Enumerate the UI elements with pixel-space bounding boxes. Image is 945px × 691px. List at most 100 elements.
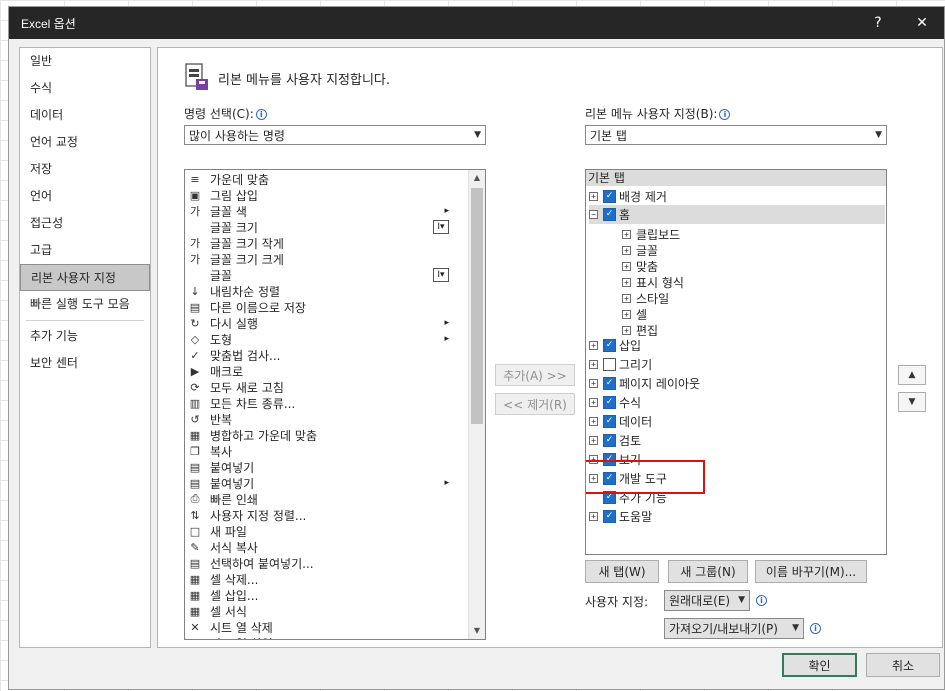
commands-list[interactable]: ≡ 가운데 맞춤 ▣ 그림 삽입 가 글꼴 색 ▸ 글꼴 크기 I▾ 가 글꼴 크기 작게 가 글꼴 크… — [184, 169, 486, 640]
checkbox[interactable]: ✓ — [603, 208, 616, 221]
category-accessibility[interactable]: 접근성 — [20, 210, 150, 237]
command-icon: ▦ — [189, 604, 201, 618]
command-item[interactable]: ✕ 시트 열 삭제 — [185, 619, 455, 635]
command-item[interactable]: ▣ 그림 삽입 — [185, 187, 455, 203]
expand-icon[interactable]: + — [622, 310, 631, 319]
checkbox[interactable]: ✓ — [603, 358, 616, 371]
command-item[interactable]: ⇅ 사용자 지정 정렬... — [185, 507, 455, 523]
command-item[interactable]: ▦ 셀 삭제... — [185, 571, 455, 587]
tree-node[interactable]: + ✓ 검토 — [589, 431, 641, 450]
move-down-button[interactable]: ▼ — [898, 392, 926, 412]
tree-node[interactable]: + ✓ 삽입 — [589, 336, 641, 355]
command-item[interactable]: ◇ 도형 ▸ — [185, 331, 455, 347]
expand-icon[interactable]: + — [622, 326, 631, 335]
category-quick-access-toolbar[interactable]: 빠른 실행 도구 모음 — [20, 291, 150, 318]
command-item[interactable]: ↓ 내림차순 정렬 — [185, 283, 455, 299]
category-general[interactable]: 일반 — [20, 48, 150, 75]
expand-icon[interactable]: + — [622, 246, 631, 255]
command-item[interactable]: □ 새 파일 — [185, 523, 455, 539]
category-data[interactable]: 데이터 — [20, 102, 150, 129]
command-item[interactable]: ✓ 맞춤법 검사... — [185, 347, 455, 363]
tree-node[interactable]: + ✓ 페이지 레이아웃 — [589, 374, 700, 393]
command-item[interactable]: 가 글꼴 크기 작게 — [185, 235, 455, 251]
expand-icon[interactable]: + — [622, 262, 631, 271]
close-icon[interactable]: ✕ — [900, 7, 944, 39]
rename-button[interactable]: 이름 바꾸기(M)... — [755, 560, 867, 583]
scroll-down-icon[interactable]: ▼ — [469, 623, 485, 639]
command-item[interactable]: 글꼴 크기 I▾ — [185, 219, 455, 235]
command-item[interactable]: ▥ 시트 열 삽입 — [185, 635, 455, 640]
commands-scrollbar[interactable]: ▲ ▼ — [468, 170, 485, 639]
checkbox[interactable]: ✓ — [603, 510, 616, 523]
tree-node[interactable]: + ✓ 데이터 — [589, 412, 652, 431]
command-item[interactable]: ❐ 복사 — [185, 443, 455, 459]
reset-dropdown[interactable]: 원래대로(E) ▼ — [664, 590, 750, 611]
checkbox[interactable]: ✓ — [603, 434, 616, 447]
collapse-icon[interactable]: − — [589, 210, 598, 219]
scroll-thumb[interactable] — [471, 188, 483, 424]
command-item[interactable]: ▦ 셀 서식 — [185, 603, 455, 619]
command-item[interactable]: ▤ 붙여넣기 ▸ — [185, 475, 455, 491]
tree-node[interactable]: + ✓ 수식 — [589, 393, 641, 412]
expand-icon[interactable]: + — [622, 294, 631, 303]
category-formulas[interactable]: 수식 — [20, 75, 150, 102]
move-up-button[interactable]: ▲ — [898, 365, 926, 385]
scroll-up-icon[interactable]: ▲ — [469, 170, 485, 186]
category-trust-center[interactable]: 보안 센터 — [20, 350, 150, 377]
command-item[interactable]: ▦ 셀 삽입... — [185, 587, 455, 603]
command-label: 시트 열 삭제 — [210, 620, 273, 635]
import-export-dropdown[interactable]: 가져오기/내보내기(P) ▼ — [664, 618, 804, 639]
category-language[interactable]: 언어 — [20, 183, 150, 210]
command-item[interactable]: 가 글꼴 색 ▸ — [185, 203, 455, 219]
expand-icon[interactable]: + — [589, 436, 598, 445]
checkbox[interactable]: ✓ — [603, 339, 616, 352]
checkbox[interactable]: ✓ — [603, 190, 616, 203]
new-group-button[interactable]: 새 그룹(N) — [668, 560, 748, 583]
command-item[interactable]: ↻ 다시 실행 ▸ — [185, 315, 455, 331]
tree-node[interactable]: + ✓ 배경 제거 — [589, 187, 667, 206]
expand-icon[interactable]: + — [589, 398, 598, 407]
command-item[interactable]: ⟳ 모두 새로 고침 — [185, 379, 455, 395]
command-item[interactable]: ↺ 반복 — [185, 411, 455, 427]
command-item[interactable]: ▶ 매크로 — [185, 363, 455, 379]
help-button[interactable]: ? — [856, 7, 900, 39]
ok-button[interactable]: 확인 — [782, 653, 857, 677]
category-proofing[interactable]: 언어 교정 — [20, 129, 150, 156]
command-item[interactable]: ▤ 선택하여 붙여넣기... — [185, 555, 455, 571]
expand-icon[interactable]: + — [589, 512, 598, 521]
expand-icon[interactable]: + — [622, 278, 631, 287]
new-tab-button[interactable]: 새 탭(W) — [585, 560, 659, 583]
tree-node[interactable]: + ✓그리기 — [589, 355, 652, 374]
expand-icon[interactable]: + — [622, 230, 631, 239]
chevron-down-icon: ▼ — [738, 595, 745, 605]
expand-icon[interactable]: + — [589, 192, 598, 201]
tree-node[interactable]: + ✓ 도움말 — [589, 507, 652, 526]
expand-icon[interactable]: + — [589, 341, 598, 350]
add-button[interactable]: 추가(A) >> — [495, 364, 575, 386]
expand-icon[interactable]: + — [589, 360, 598, 369]
customize-ribbon-combo[interactable]: 기본 탭 ▼ — [585, 125, 887, 145]
category-save[interactable]: 저장 — [20, 156, 150, 183]
category-advanced[interactable]: 고급 — [20, 237, 150, 264]
command-item[interactable]: ▤ 붙여넣기 — [185, 459, 455, 475]
category-add-ins[interactable]: 추가 기능 — [20, 323, 150, 350]
command-item[interactable]: ⎙ 빠른 인쇄 — [185, 491, 455, 507]
command-item[interactable]: 가 글꼴 크기 크게 — [185, 251, 455, 267]
checkbox[interactable]: ✓ — [603, 396, 616, 409]
checkbox[interactable]: ✓ — [603, 377, 616, 390]
command-item[interactable]: 글꼴 I▾ — [185, 267, 455, 283]
cancel-button[interactable]: 취소 — [866, 653, 940, 677]
command-item[interactable]: ▦ 병합하고 가운데 맞춤 — [185, 427, 455, 443]
expand-icon[interactable]: + — [589, 379, 598, 388]
tree-node[interactable]: − ✓ 홈 — [589, 205, 885, 224]
category-customize-ribbon[interactable]: 리본 사용자 지정 — [20, 264, 150, 291]
command-item[interactable]: ▤ 다른 이름으로 저장 — [185, 299, 455, 315]
remove-button[interactable]: << 제거(R) — [495, 393, 575, 415]
expand-icon[interactable]: + — [589, 417, 598, 426]
checkbox[interactable]: ✓ — [603, 415, 616, 428]
ribbon-tabs-tree[interactable]: 기본 탭 + ✓ 배경 제거 − ✓ 홈 + 클립보드 + 글꼴 + 맞춤 + 표시 형식 + 스타일 + 셀 + 편… — [585, 169, 887, 555]
choose-commands-combo[interactable]: 많이 사용하는 명령 ▼ — [184, 125, 486, 145]
command-item[interactable]: ▥ 모든 차트 종류... — [185, 395, 455, 411]
command-item[interactable]: ✎ 서식 복사 — [185, 539, 455, 555]
command-item[interactable]: ≡ 가운데 맞춤 — [185, 171, 455, 187]
